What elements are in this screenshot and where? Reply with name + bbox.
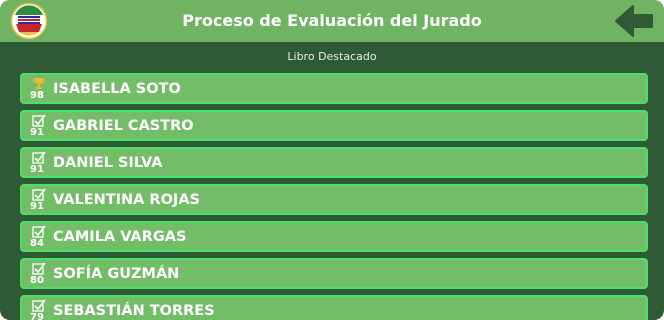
checkbox-checked-icon (32, 114, 46, 127)
score-badge: 91 (30, 164, 44, 175)
participant-name: SEBASTIÁN TORRES (53, 303, 215, 319)
participant-name: CAMILA VARGAS (53, 229, 187, 245)
list-item[interactable]: 79 SEBASTIÁN TORRES (20, 295, 648, 320)
participant-name: GABRIEL CASTRO (53, 118, 194, 134)
participant-name: ISABELLA SOTO (53, 81, 181, 97)
score-badge: 91 (30, 127, 44, 138)
participant-name: DANIEL SILVA (53, 155, 163, 171)
checkbox-checked-icon (32, 262, 46, 275)
score-badge: 98 (30, 90, 44, 101)
score-badge: 80 (30, 275, 44, 286)
score-badge: 79 (30, 312, 44, 320)
back-arrow-button[interactable] (614, 3, 656, 39)
page-title: Proceso de Evaluación del Jurado (182, 11, 482, 30)
score-badge: 91 (30, 201, 44, 212)
list-item[interactable]: 91 DANIEL SILVA (20, 147, 648, 178)
app-window: Proceso de Evaluación del Jurado Libro D… (0, 0, 664, 320)
header-bar: Proceso de Evaluación del Jurado (0, 0, 664, 42)
checkbox-checked-icon (32, 299, 46, 312)
checkbox-checked-icon (32, 225, 46, 238)
participant-name: SOFÍA GUZMÁN (53, 266, 180, 282)
trophy-icon (32, 78, 46, 89)
participant-name: VALENTINA ROJAS (53, 192, 200, 208)
list-item[interactable]: 84 CAMILA VARGAS (20, 221, 648, 252)
section-subtitle: Libro Destacado (287, 50, 377, 63)
score-badge: 84 (30, 238, 44, 249)
checkbox-checked-icon (32, 151, 46, 164)
checkbox-checked-icon (32, 188, 46, 201)
list-item[interactable]: 91 GABRIEL CASTRO (20, 110, 648, 141)
arrow-left-icon (615, 5, 653, 37)
list-item[interactable]: 98 ISABELLA SOTO (20, 73, 648, 104)
list-item[interactable]: 91 VALENTINA ROJAS (20, 184, 648, 215)
list-item[interactable]: 80 SOFÍA GUZMÁN (20, 258, 648, 289)
